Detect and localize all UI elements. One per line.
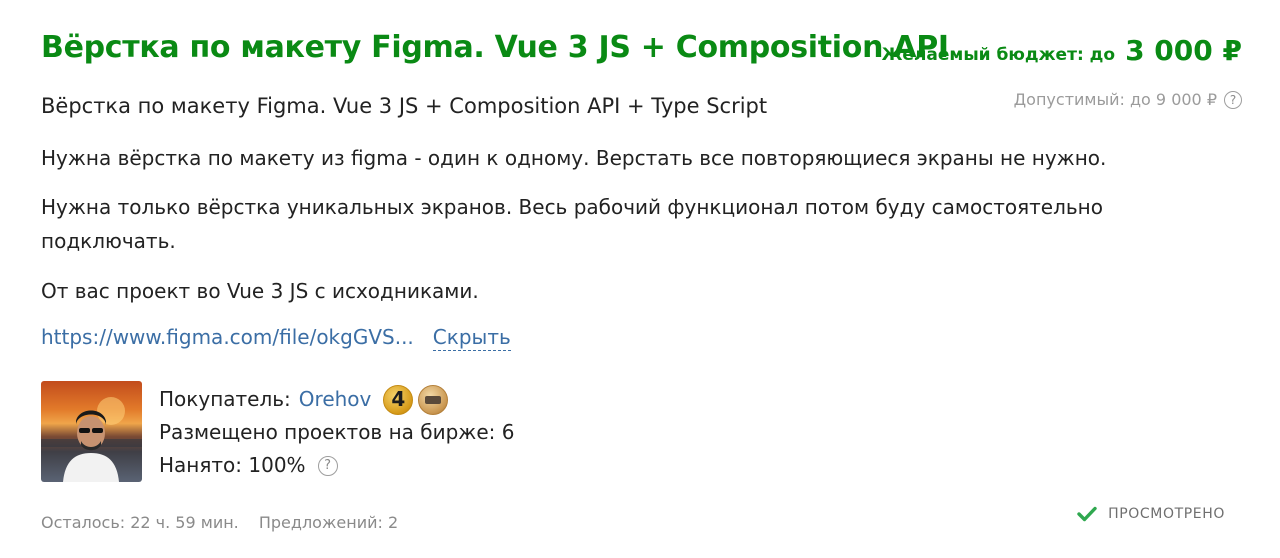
description-paragraph: Нужна вёрстка по макету из figma - один … xyxy=(41,146,1107,170)
project-title[interactable]: Вёрстка по макету Figma. Vue 3 JS + Comp… xyxy=(41,30,949,65)
viewed-status: ПРОСМОТРЕНО xyxy=(1077,506,1225,522)
avatar-photo xyxy=(41,397,142,482)
buyer-name-link[interactable]: Orehov xyxy=(299,383,372,416)
footer-meta: Осталось: 22 ч. 59 мин. Предложений: 2 xyxy=(41,513,398,532)
viewed-label: ПРОСМОТРЕНО xyxy=(1108,506,1225,522)
question-circle-icon[interactable]: ? xyxy=(1224,90,1242,109)
buyer-row: Покупатель: Orehov 4 xyxy=(159,383,514,416)
medal-icon[interactable] xyxy=(418,384,449,415)
hide-link[interactable]: Скрыть xyxy=(432,325,511,351)
check-icon xyxy=(1077,506,1097,522)
level-badge[interactable]: 4 xyxy=(383,384,414,415)
project-subtitle: Вёрстка по макету Figma. Vue 3 JS + Comp… xyxy=(41,94,768,118)
figma-link[interactable]: https://www.figma.com/file/okgGVS... xyxy=(41,325,414,349)
budget-label: Желаемый бюджет: до xyxy=(881,45,1116,65)
question-circle-icon[interactable]: ? xyxy=(317,455,338,476)
budget-value: 3 000 ₽ xyxy=(1125,34,1242,67)
offers-count: Предложений: 2 xyxy=(258,513,399,532)
link-row: https://www.figma.com/file/okgGVS... Скр… xyxy=(41,325,511,351)
allowed-budget: Допустимый: до 9 000 ₽ ? xyxy=(1014,90,1242,109)
projects-row: Размещено проектов на бирже: 6 xyxy=(159,416,514,449)
hired-rate: Нанято: 100% xyxy=(159,453,306,477)
projects-count: Размещено проектов на бирже: 6 xyxy=(159,420,515,444)
avatar[interactable] xyxy=(41,381,142,482)
buyer-label: Покупатель: xyxy=(159,387,291,411)
project-card: Вёрстка по макету Figma. Vue 3 JS + Comp… xyxy=(0,0,1280,558)
buyer-info: Покупатель: Orehov 4 Размещено проектов … xyxy=(159,383,514,482)
time-left: Осталось: 22 ч. 59 мин. xyxy=(41,513,239,532)
description-paragraph: Нужна только вёрстка уникальных экранов.… xyxy=(41,195,1103,253)
hired-row: Нанято: 100% ? xyxy=(159,449,514,482)
allowed-budget-text: Допустимый: до 9 000 ₽ xyxy=(1013,90,1217,109)
description-paragraph: От вас проект во Vue 3 JS с исходниками. xyxy=(41,279,479,303)
budget-block: Желаемый бюджет: до 3 000 ₽ xyxy=(882,34,1242,67)
